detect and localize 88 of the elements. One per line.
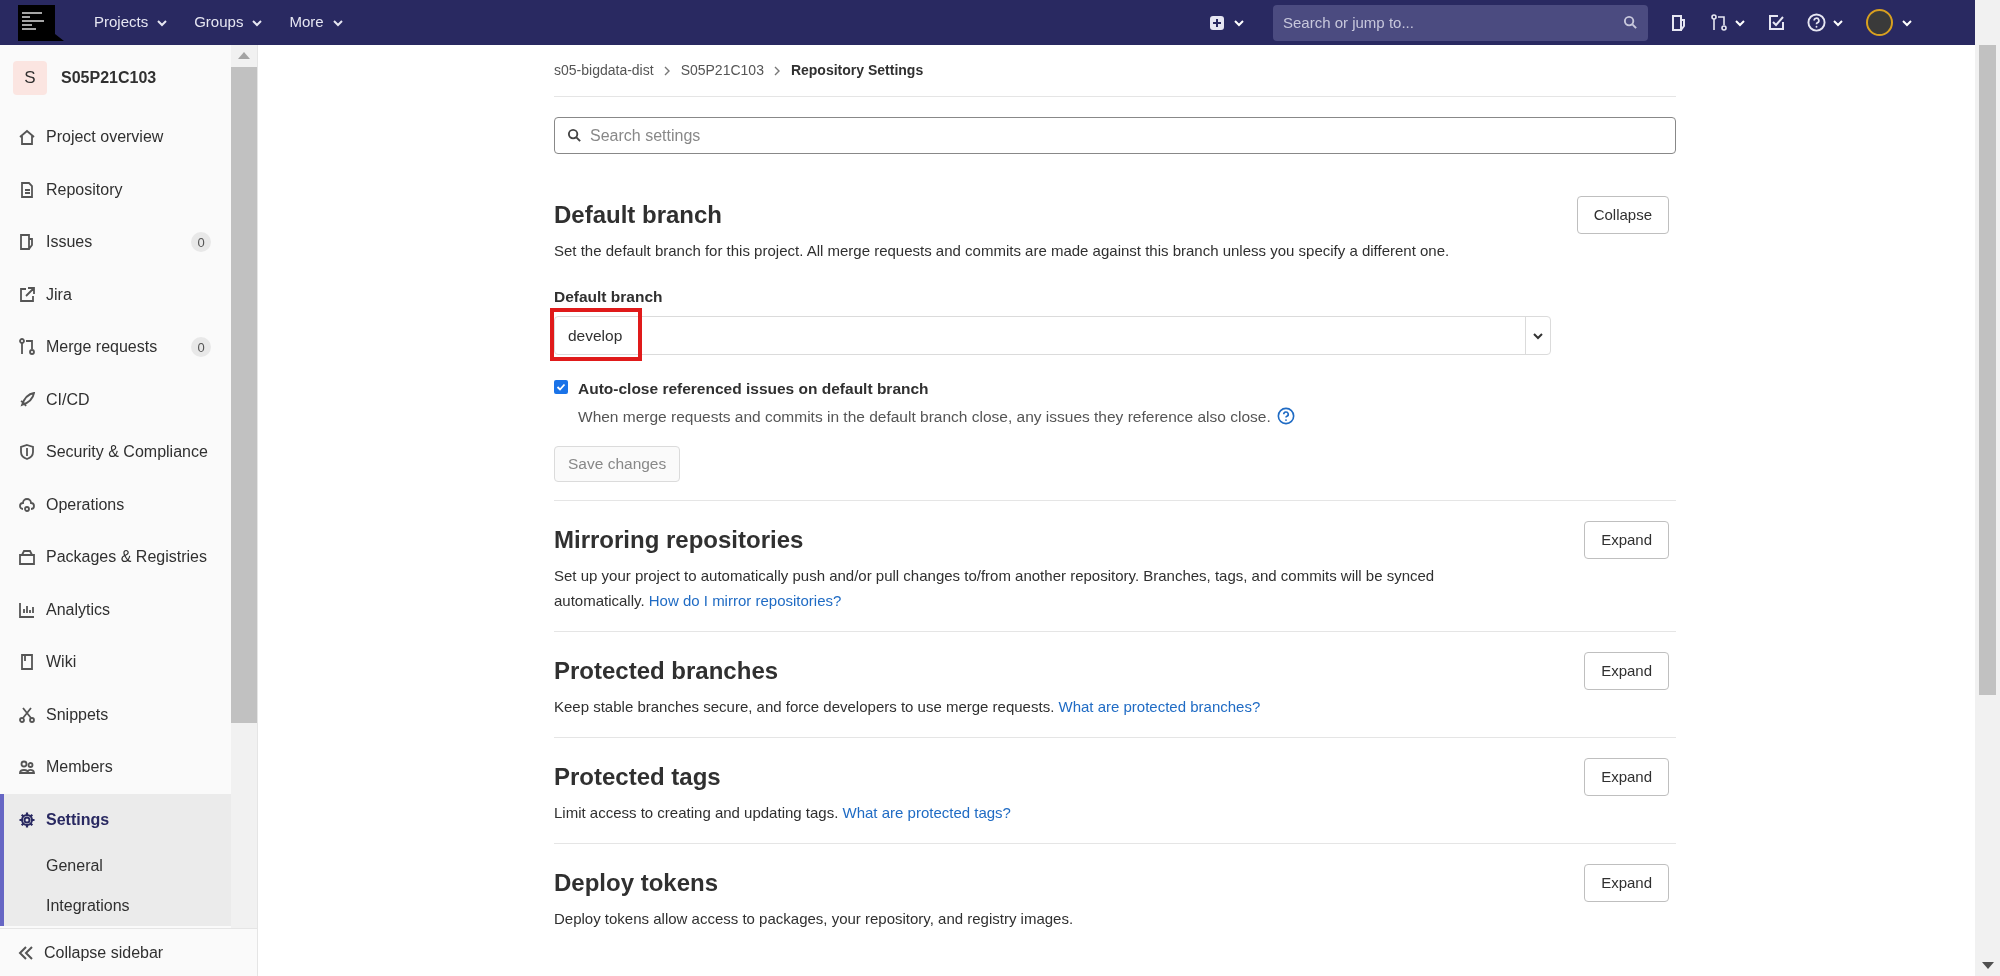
rocket-icon — [18, 390, 36, 409]
nav-menu[interactable]: Projects — [94, 11, 169, 34]
help-icon — [1807, 13, 1826, 32]
home-icon — [18, 128, 36, 147]
breadcrumb-link[interactable]: S05P21C103 — [680, 60, 764, 81]
section-description: Set up your project to automatically push and/or pull changes to/from another repository. Branches, tags, and commits will be synced automatically. How do I mirror repositories? — [554, 565, 1436, 611]
collapse-button[interactable]: Collapse — [1576, 196, 1669, 234]
nav-menu[interactable]: Groups — [194, 11, 264, 34]
sidebar-item[interactable]: Merge requests 0 — [0, 321, 232, 374]
shield-icon — [18, 443, 36, 462]
scissors-icon — [18, 705, 36, 724]
search-icon — [567, 128, 582, 143]
sidebar-item[interactable]: Members — [0, 741, 232, 794]
sidebar-item[interactable]: Packages & Registries — [0, 531, 232, 584]
issues-icon — [1670, 13, 1688, 32]
sidebar-item[interactable]: Settings — [4, 793, 232, 846]
expand-button[interactable]: Expand — [1584, 520, 1669, 559]
branch-select[interactable]: develop — [554, 316, 1551, 356]
count-badge: 0 — [191, 232, 212, 253]
plus-square-icon — [1209, 14, 1225, 31]
document-icon — [18, 180, 36, 199]
scrollbar-thumb[interactable] — [231, 67, 257, 723]
help-button[interactable] — [1807, 13, 1844, 32]
field-label: Default branch — [554, 287, 664, 307]
merge-request-icon — [18, 338, 36, 357]
package-icon — [18, 548, 36, 567]
project-header[interactable]: S S05P21C103 — [0, 45, 232, 111]
help-icon[interactable] — [1276, 407, 1295, 426]
scroll-down-arrow-icon[interactable] — [1981, 962, 1994, 970]
merge-request-icon — [1710, 13, 1728, 32]
user-menu-button[interactable] — [1866, 9, 1913, 36]
section-title: Default branch — [554, 200, 723, 230]
expand-button[interactable]: Expand — [1584, 863, 1669, 902]
help-text: When merge requests and commits in the default branch close, any issues they reference also close. — [578, 406, 1271, 427]
new-menu-button[interactable] — [1209, 14, 1245, 31]
settings-icon — [18, 810, 36, 829]
expand-button[interactable]: Expand — [1584, 757, 1669, 796]
sidebar-item[interactable]: Project overview — [0, 111, 232, 164]
avatar — [1866, 9, 1893, 36]
sidebar-item[interactable]: Security & Compliance — [0, 426, 232, 479]
nav-menu[interactable]: More — [289, 11, 344, 34]
section-description: Deploy tokens allow access to packages, your repository, and registry images. — [554, 908, 1075, 929]
checkbox[interactable] — [554, 380, 568, 395]
section-description: Limit access to creating and updating tags. What are protected tags? — [554, 802, 1012, 823]
sidebar-item[interactable]: Operations — [0, 478, 232, 531]
cloud-gear-icon — [18, 495, 36, 514]
logo[interactable] — [18, 4, 64, 41]
breadcrumb-link[interactable]: Repository Settings — [790, 60, 924, 81]
project-name: S05P21C103 — [61, 68, 157, 88]
book-icon — [18, 653, 36, 672]
help-link[interactable]: How do I mirror repositories? — [648, 591, 842, 609]
sidebar-item[interactable]: Snippets — [0, 688, 232, 741]
double-chevron-left-icon — [18, 945, 34, 960]
sidebar-subitem[interactable]: General — [4, 846, 232, 886]
todo-check-button[interactable] — [1768, 14, 1785, 31]
bar-chart-icon — [18, 600, 36, 619]
breadcrumb-link[interactable]: s05-bigdata-dist — [554, 60, 654, 81]
section-title: Protected tags — [554, 761, 721, 792]
expand-button[interactable]: Expand — [1584, 651, 1669, 690]
section-title: Mirroring repositories — [554, 524, 804, 555]
section-title: Protected branches — [554, 655, 779, 686]
issues-icon — [18, 233, 36, 252]
sidebar-item[interactable]: Issues 0 — [0, 216, 232, 269]
external-link-icon — [18, 285, 36, 304]
issues-button[interactable] — [1670, 13, 1688, 32]
scrollbar-thumb[interactable] — [1979, 45, 1996, 695]
sidebar-item[interactable]: Wiki — [0, 636, 232, 689]
section-title: Deploy tokens — [554, 867, 719, 898]
sidebar-subitem[interactable]: Integrations — [4, 886, 232, 926]
sidebar-item[interactable]: Analytics — [0, 583, 232, 636]
search-icon — [1623, 15, 1638, 30]
count-badge: 0 — [191, 337, 212, 358]
check-icon — [556, 382, 566, 393]
help-link[interactable]: What are protected branches? — [1058, 697, 1261, 715]
merge-request-button[interactable] — [1710, 13, 1746, 32]
chevron-right-icon — [663, 65, 671, 76]
checkbox-label: Auto-close referenced issues on default branch — [578, 379, 930, 400]
section-description: Keep stable branches secure, and force developers to use merge requests. What are protected branches? — [554, 696, 1262, 717]
sidebar-item[interactable]: Jira — [0, 268, 232, 321]
caret-icon — [1533, 331, 1543, 340]
todo-check-icon — [1768, 14, 1785, 31]
project-avatar: S — [13, 61, 47, 95]
chevron-right-icon — [773, 65, 781, 76]
sidebar-item[interactable]: CI/CD — [0, 373, 232, 426]
sidebar-item[interactable]: Repository — [0, 163, 232, 216]
section-description: Set the default branch for this project. All merge requests and commits are made against this branch unless you specify a different one. — [554, 241, 1451, 261]
help-link[interactable]: What are protected tags? — [842, 803, 1011, 821]
users-icon — [18, 758, 36, 777]
